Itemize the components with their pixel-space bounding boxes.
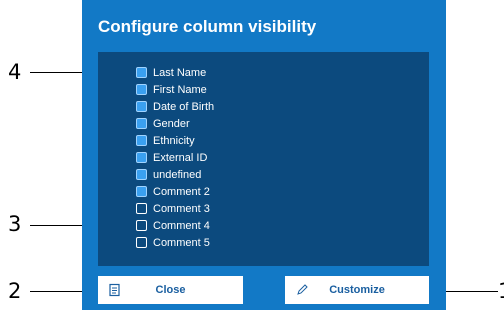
column-checkbox[interactable] <box>136 84 147 95</box>
column-option-row[interactable]: Last Name <box>136 64 206 81</box>
column-option-label: Gender <box>153 117 190 130</box>
column-option-row[interactable]: Comment 2 <box>136 183 210 200</box>
column-checkbox[interactable] <box>136 203 147 214</box>
column-checkbox[interactable] <box>136 135 147 146</box>
callout-3: 3 <box>8 212 22 236</box>
column-checkbox[interactable] <box>136 237 147 248</box>
column-option-label: Comment 2 <box>153 185 210 198</box>
column-checkbox[interactable] <box>136 101 147 112</box>
document-icon <box>108 283 122 300</box>
column-checkbox[interactable] <box>136 220 147 231</box>
column-option-row[interactable]: First Name <box>136 81 207 98</box>
column-option-label: Comment 4 <box>153 219 210 232</box>
column-option-label: Date of Birth <box>153 100 215 113</box>
callout-1: 1 <box>498 281 504 302</box>
column-option-label: Comment 3 <box>153 202 210 215</box>
column-checkbox[interactable] <box>136 118 147 129</box>
close-button[interactable]: Close <box>98 276 243 304</box>
column-option-label: Ethnicity <box>153 134 195 147</box>
customize-button[interactable]: Customize <box>285 276 429 304</box>
callout-2: 2 <box>8 279 22 303</box>
column-option-label: undefined <box>153 168 202 181</box>
customize-button-label: Customize <box>329 284 385 296</box>
column-checkbox[interactable] <box>136 152 147 163</box>
column-option-label: Last Name <box>153 66 207 79</box>
column-option-row[interactable]: Comment 3 <box>136 200 210 217</box>
column-visibility-dialog: Configure column visibility Last Name Fi… <box>82 0 446 310</box>
column-checkbox[interactable] <box>136 67 147 78</box>
column-option-row[interactable]: Date of Birth <box>136 98 214 115</box>
column-option-row[interactable]: Comment 5 <box>136 234 210 251</box>
column-checkbox[interactable] <box>136 186 147 197</box>
column-option-label: External ID <box>153 151 208 164</box>
column-option-row[interactable]: undefined <box>136 166 201 183</box>
column-option-row[interactable]: Gender <box>136 115 190 132</box>
column-checkbox[interactable] <box>136 169 147 180</box>
column-option-label: Comment 5 <box>153 236 210 249</box>
column-option-row[interactable]: Ethnicity <box>136 132 195 149</box>
dialog-title: Configure column visibility <box>98 17 317 36</box>
column-option-row[interactable]: Comment 4 <box>136 217 210 234</box>
pencil-icon <box>295 283 309 300</box>
close-button-label: Close <box>155 284 186 296</box>
column-option-label: First Name <box>153 83 207 96</box>
column-list-panel: Last Name First Name Date of Birth Gende… <box>98 52 429 266</box>
callout-4: 4 <box>8 60 22 84</box>
column-option-row[interactable]: External ID <box>136 149 207 166</box>
